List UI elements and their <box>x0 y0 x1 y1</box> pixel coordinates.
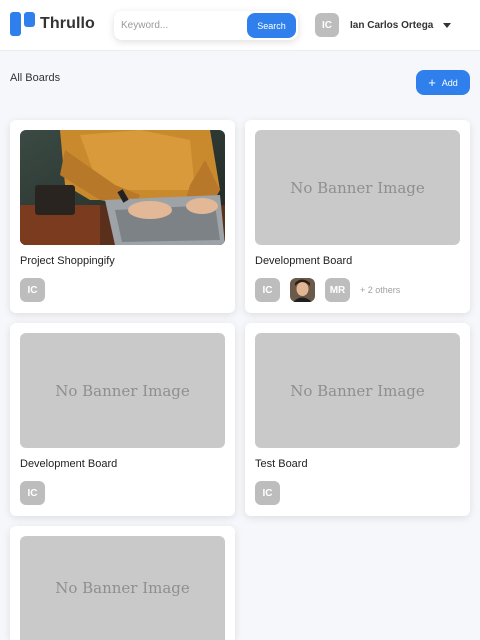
top-bar: Thrullo Search IC Ian Carlos Ortega <box>0 0 480 51</box>
member-avatar[interactable]: MR <box>325 278 350 302</box>
board-banner-placeholder: No Banner Image <box>20 536 225 640</box>
member-photo-avatar[interactable] <box>290 278 315 302</box>
member-avatar[interactable]: IC <box>20 481 45 505</box>
member-avatar[interactable]: IC <box>20 278 45 302</box>
board-banner-placeholder: No Banner Image <box>255 333 460 448</box>
board-card[interactable]: Project Shoppingify IC <box>10 120 235 313</box>
no-banner-text: No Banner Image <box>290 178 425 197</box>
logo-icon <box>10 12 35 36</box>
board-members: IC <box>20 278 55 302</box>
user-avatar[interactable]: IC <box>315 13 339 37</box>
add-board-button[interactable]: + Add <box>416 70 470 95</box>
board-members: IC MR + 2 others <box>255 278 400 302</box>
logo[interactable]: Thrullo <box>10 12 95 36</box>
no-banner-text: No Banner Image <box>290 381 425 400</box>
plus-icon: + <box>428 75 436 90</box>
board-members: IC <box>20 481 55 505</box>
more-members-text[interactable]: + 2 others <box>360 285 400 295</box>
board-card[interactable]: No Banner Image Test Board IC <box>245 323 470 516</box>
search-input[interactable] <box>114 11 244 40</box>
add-button-label: Add <box>441 77 458 88</box>
board-members: IC <box>255 481 290 505</box>
logo-text: Thrullo <box>40 15 95 32</box>
search-button[interactable]: Search <box>247 13 296 38</box>
no-banner-text: No Banner Image <box>55 579 190 597</box>
board-title[interactable]: Test Board <box>255 458 308 470</box>
board-banner-image <box>20 130 225 245</box>
banner-photo <box>20 130 225 245</box>
user-menu[interactable]: IC Ian Carlos Ortega <box>315 13 452 37</box>
board-card[interactable]: No Banner Image <box>10 526 235 640</box>
search-bar: Search <box>114 11 298 40</box>
member-avatar[interactable]: IC <box>255 278 280 302</box>
caret-down-icon[interactable] <box>443 22 452 28</box>
board-title[interactable]: Development Board <box>255 255 352 267</box>
no-banner-text: No Banner Image <box>55 381 190 400</box>
board-card[interactable]: No Banner Image Development Board IC MR … <box>245 120 470 313</box>
board-card[interactable]: No Banner Image Development Board IC <box>10 323 235 516</box>
page-title: All Boards <box>10 72 61 84</box>
member-avatar[interactable]: IC <box>255 481 280 505</box>
user-name[interactable]: Ian Carlos Ortega <box>350 20 433 31</box>
board-banner-placeholder: No Banner Image <box>20 333 225 448</box>
board-title[interactable]: Development Board <box>20 458 117 470</box>
board-title[interactable]: Project Shoppingify <box>20 255 115 267</box>
board-banner-placeholder: No Banner Image <box>255 130 460 245</box>
